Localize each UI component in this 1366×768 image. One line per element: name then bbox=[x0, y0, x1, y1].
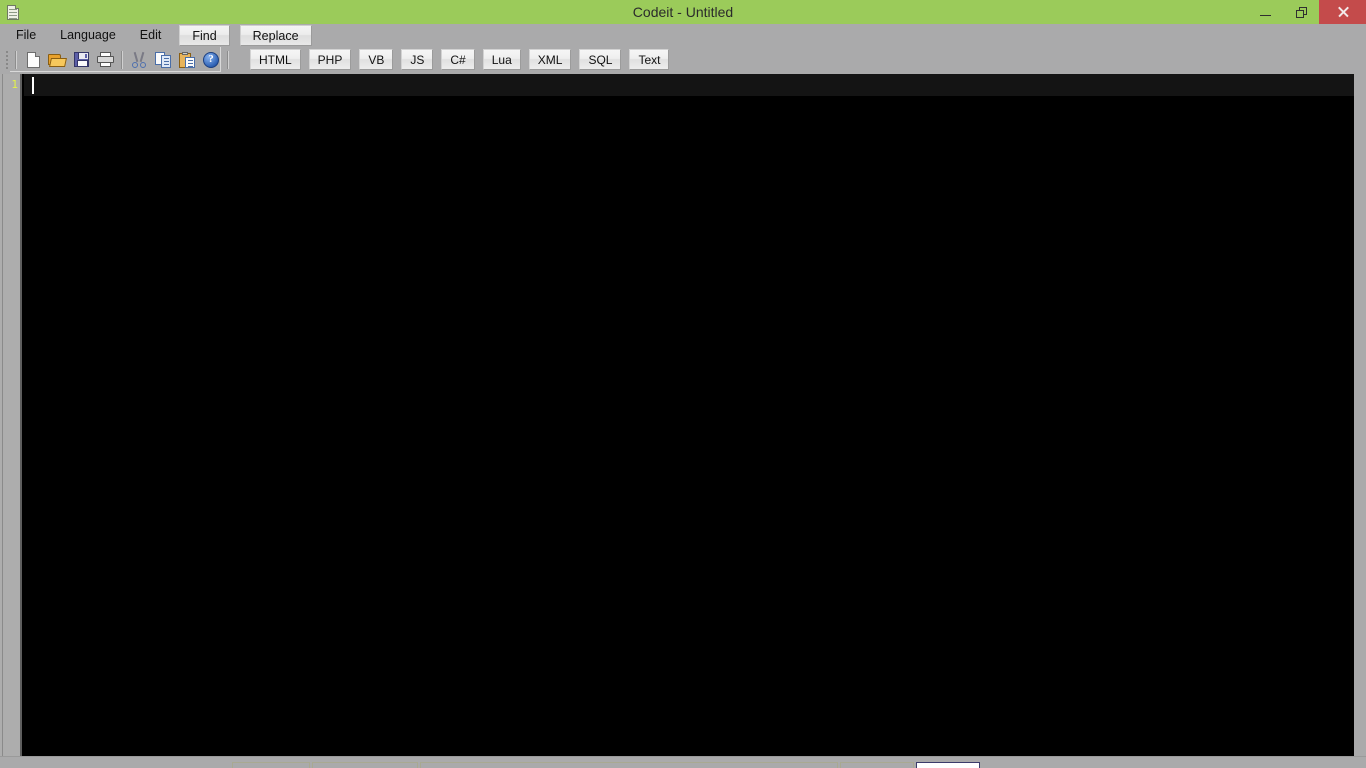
language-button-csharp[interactable]: C# bbox=[441, 48, 475, 70]
language-button-html[interactable]: HTML bbox=[250, 48, 301, 70]
status-cell-4 bbox=[840, 762, 914, 768]
close-icon bbox=[1337, 6, 1349, 18]
language-button-bar: HTML PHP VB JS C# Lua XML SQL Text bbox=[250, 48, 670, 70]
toolbar-separator bbox=[15, 50, 17, 69]
status-cell-5 bbox=[916, 762, 980, 768]
toolbar-separator-2 bbox=[121, 50, 123, 69]
language-button-lua[interactable]: Lua bbox=[482, 48, 521, 70]
line-number-gutter: 1 bbox=[0, 74, 22, 756]
restore-icon bbox=[1295, 6, 1307, 18]
print-icon bbox=[96, 52, 114, 67]
copy-button[interactable] bbox=[151, 49, 175, 71]
replace-button[interactable]: Replace bbox=[239, 25, 312, 46]
application-window: Codeit - Untitled File Language Edit Fin… bbox=[0, 0, 1366, 768]
paste-icon bbox=[179, 51, 195, 68]
status-cell-1 bbox=[232, 762, 310, 768]
help-button[interactable]: ? bbox=[199, 49, 223, 71]
document-icon bbox=[7, 4, 19, 20]
language-button-js[interactable]: JS bbox=[401, 48, 434, 70]
language-button-sql[interactable]: SQL bbox=[579, 48, 622, 70]
app-icon bbox=[3, 0, 23, 24]
minimize-icon bbox=[1259, 14, 1271, 16]
language-button-php[interactable]: PHP bbox=[308, 48, 352, 70]
minimize-button[interactable] bbox=[1247, 0, 1283, 24]
menu-bar: File Language Edit Find Replace bbox=[0, 24, 1366, 47]
current-line-highlight bbox=[24, 74, 1354, 96]
line-number: 1 bbox=[11, 78, 18, 91]
paste-button[interactable] bbox=[175, 49, 199, 71]
close-button[interactable] bbox=[1319, 0, 1366, 24]
title-bar: Codeit - Untitled bbox=[0, 0, 1366, 24]
window-controls bbox=[1247, 0, 1366, 24]
language-button-text[interactable]: Text bbox=[629, 48, 670, 70]
language-button-xml[interactable]: XML bbox=[528, 48, 572, 70]
new-file-icon bbox=[26, 51, 40, 68]
open-file-button[interactable] bbox=[45, 49, 69, 71]
toolbar: ? bbox=[0, 47, 1366, 72]
save-floppy-icon bbox=[73, 52, 89, 67]
menu-item-file[interactable]: File bbox=[10, 27, 42, 44]
save-file-button[interactable] bbox=[69, 49, 93, 71]
editor-right-filler bbox=[1354, 74, 1366, 756]
code-text-area[interactable] bbox=[24, 74, 1354, 756]
cut-button[interactable] bbox=[127, 49, 151, 71]
code-editor[interactable]: 1 bbox=[0, 74, 1354, 756]
text-caret bbox=[32, 77, 34, 94]
maximize-button[interactable] bbox=[1283, 0, 1319, 24]
status-bar bbox=[0, 756, 1366, 768]
print-button[interactable] bbox=[93, 49, 117, 71]
find-button[interactable]: Find bbox=[179, 25, 230, 46]
help-icon: ? bbox=[203, 51, 219, 68]
toolbar-separator-3 bbox=[227, 50, 229, 69]
language-button-vb[interactable]: VB bbox=[359, 48, 394, 70]
cut-scissors-icon bbox=[132, 51, 146, 68]
new-file-button[interactable] bbox=[21, 49, 45, 71]
copy-icon bbox=[155, 51, 171, 68]
open-folder-icon bbox=[48, 53, 67, 67]
menu-item-edit[interactable]: Edit bbox=[134, 27, 168, 44]
status-cell-2 bbox=[312, 762, 418, 768]
toolbar-grip[interactable] bbox=[3, 50, 11, 69]
window-title: Codeit - Untitled bbox=[632, 4, 734, 20]
status-cell-3 bbox=[420, 762, 838, 768]
menu-item-language[interactable]: Language bbox=[54, 27, 122, 44]
